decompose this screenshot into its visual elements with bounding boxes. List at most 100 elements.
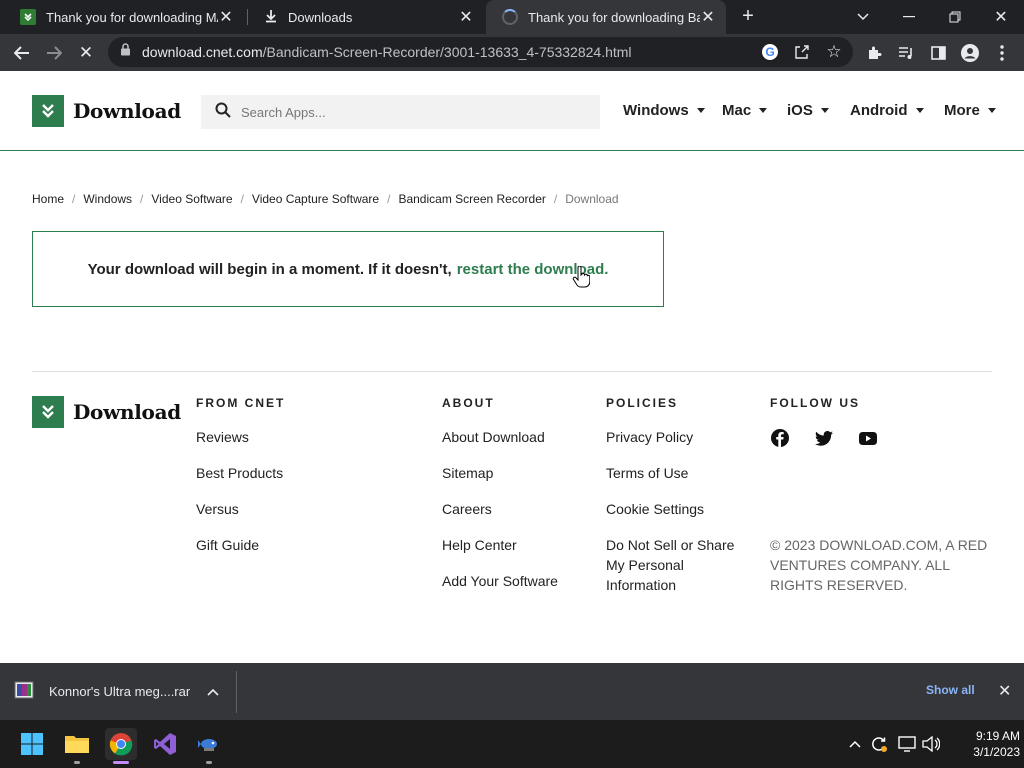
breadcrumb: Home / Windows / Video Software / Video … <box>32 192 619 206</box>
logo-text: Download <box>73 99 181 123</box>
back-arrow-icon[interactable] <box>8 39 36 67</box>
footer-link-terms-of-use[interactable]: Terms of Use <box>606 463 688 483</box>
footer-heading-about: ABOUT <box>442 396 495 410</box>
rar-archive-file-icon <box>14 681 34 702</box>
footer-link-about-download[interactable]: About Download <box>442 427 545 447</box>
nav-mac[interactable]: Mac <box>722 102 768 119</box>
profile-avatar-icon[interactable] <box>956 39 984 67</box>
nav-label: More <box>944 102 980 119</box>
tab-search-chevron-icon[interactable] <box>840 0 886 34</box>
breadcrumb-home[interactable]: Home <box>32 192 64 206</box>
tray-overflow-chevron-icon[interactable] <box>845 734 865 754</box>
hand-pointer-cursor-icon <box>572 266 590 288</box>
tab-title: Thank you for downloading MAS <box>46 9 218 25</box>
breadcrumb-separator: / <box>72 192 76 206</box>
network-monitor-icon[interactable] <box>897 734 917 754</box>
footer-link-do-not-sell[interactable]: Do Not Sell or Share My Personal Informa… <box>606 535 746 595</box>
footer-link-sitemap[interactable]: Sitemap <box>442 463 493 483</box>
nav-ios[interactable]: iOS <box>787 102 829 119</box>
download-notice-text: Your download will begin in a moment. If… <box>87 260 452 278</box>
restore-window-icon[interactable] <box>932 0 978 34</box>
bookmark-star-icon[interactable]: ☆ <box>822 40 846 64</box>
download-logo[interactable]: Download <box>32 95 181 127</box>
footer-heading-follow-us: FOLLOW US <box>770 396 860 410</box>
close-window-icon[interactable]: ✕ <box>978 0 1024 34</box>
breadcrumb-bandicam[interactable]: Bandicam Screen Recorder <box>398 192 545 206</box>
footer-link-help-center[interactable]: Help Center <box>442 535 517 555</box>
system-clock[interactable]: 9:19 AM 3/1/2023 <box>944 728 1020 760</box>
browser-menu-kebab-icon[interactable] <box>988 39 1016 67</box>
footer-link-add-your-software[interactable]: Add Your Software <box>442 571 558 591</box>
breadcrumb-separator: / <box>240 192 244 206</box>
footer-link-privacy-policy[interactable]: Privacy Policy <box>606 427 693 447</box>
clock-time: 9:19 AM <box>975 729 1020 743</box>
file-explorer-icon[interactable] <box>61 728 93 764</box>
twitter-icon[interactable] <box>814 428 834 448</box>
chevron-up-icon[interactable] <box>207 684 219 699</box>
breadcrumb-video-software[interactable]: Video Software <box>151 192 232 206</box>
breadcrumb-separator: / <box>387 192 391 206</box>
copyright-text: © 2023 DOWNLOAD.COM, A RED VENTURES COMP… <box>770 537 988 593</box>
footer-divider <box>32 371 992 372</box>
tab-close-icon[interactable]: ✕ <box>458 7 474 27</box>
volume-speaker-icon[interactable] <box>921 734 941 754</box>
chrome-icon[interactable] <box>105 728 137 764</box>
tab-mas-download[interactable]: Thank you for downloading MAS ✕ <box>4 0 244 34</box>
google-lens-icon[interactable]: G <box>758 40 782 64</box>
svg-text:G: G <box>765 45 774 59</box>
footer-link-versus[interactable]: Versus <box>196 499 239 519</box>
tab-title: Downloads <box>288 9 353 25</box>
youtube-icon[interactable] <box>858 428 878 448</box>
nav-label: iOS <box>787 102 813 119</box>
tab-downloads[interactable]: Downloads ✕ <box>248 0 484 34</box>
browser-toolbar: ✕ download.cnet.com/Bandicam-Screen-Reco… <box>0 34 1024 71</box>
browser-tab-strip: Thank you for downloading MAS ✕ Download… <box>0 0 1024 34</box>
breadcrumb-windows[interactable]: Windows <box>83 192 132 206</box>
address-bar[interactable]: download.cnet.com/Bandicam-Screen-Record… <box>108 37 853 67</box>
app-icon-fish[interactable] <box>193 728 225 764</box>
search-apps-box[interactable] <box>201 95 600 129</box>
minimize-window-icon[interactable] <box>886 0 932 34</box>
shelf-divider <box>236 671 237 713</box>
new-tab-plus-icon[interactable]: + <box>736 4 760 28</box>
footer-link-reviews[interactable]: Reviews <box>196 427 249 447</box>
caret-down-icon <box>759 108 768 113</box>
footer-link-careers[interactable]: Careers <box>442 499 492 519</box>
tab-close-icon[interactable]: ✕ <box>218 7 234 27</box>
footer-link-best-products[interactable]: Best Products <box>196 463 283 483</box>
nav-more[interactable]: More <box>944 102 996 119</box>
download-shelf: Konnor's Ultra meg....rar Show all ✕ <box>0 663 1024 720</box>
download-site-favicon <box>20 9 36 25</box>
share-icon[interactable] <box>790 40 814 64</box>
update-sync-icon[interactable] <box>869 734 889 754</box>
tab-bandicam-download[interactable]: Thank you for downloading Band ✕ <box>486 0 726 34</box>
breadcrumb-separator: / <box>553 192 558 206</box>
download-logo-icon <box>32 396 64 428</box>
side-panel-icon[interactable] <box>924 39 952 67</box>
close-shelf-icon[interactable]: ✕ <box>998 681 1011 701</box>
nav-windows[interactable]: Windows <box>623 102 705 119</box>
extensions-puzzle-icon[interactable] <box>860 39 888 67</box>
footer-link-cookie-settings[interactable]: Cookie Settings <box>606 499 704 519</box>
show-all-downloads-button[interactable]: Show all <box>926 683 975 697</box>
tab-title: Thank you for downloading Band <box>528 9 700 25</box>
nav-label: Mac <box>722 102 752 119</box>
media-queue-icon[interactable] <box>892 39 920 67</box>
loading-spinner-icon <box>502 9 518 25</box>
facebook-icon[interactable] <box>770 428 790 448</box>
visual-studio-icon[interactable] <box>149 728 181 760</box>
forward-arrow-icon[interactable] <box>40 39 68 67</box>
breadcrumb-video-capture-software[interactable]: Video Capture Software <box>252 192 379 206</box>
nav-label: Android <box>850 102 908 119</box>
nav-label: Windows <box>623 102 689 119</box>
footer-link-gift-guide[interactable]: Gift Guide <box>196 535 259 555</box>
windows-start-icon[interactable] <box>16 728 48 760</box>
stop-loading-icon[interactable]: ✕ <box>72 39 100 67</box>
search-apps-input[interactable] <box>241 104 581 120</box>
tab-close-icon[interactable]: ✕ <box>700 7 716 27</box>
url-text: download.cnet.com/Bandicam-Screen-Record… <box>142 44 632 60</box>
download-item[interactable]: Konnor's Ultra meg....rar <box>14 663 219 720</box>
footer-download-logo[interactable]: Download <box>32 396 181 428</box>
nav-android[interactable]: Android <box>850 102 924 119</box>
caret-down-icon <box>915 108 924 113</box>
